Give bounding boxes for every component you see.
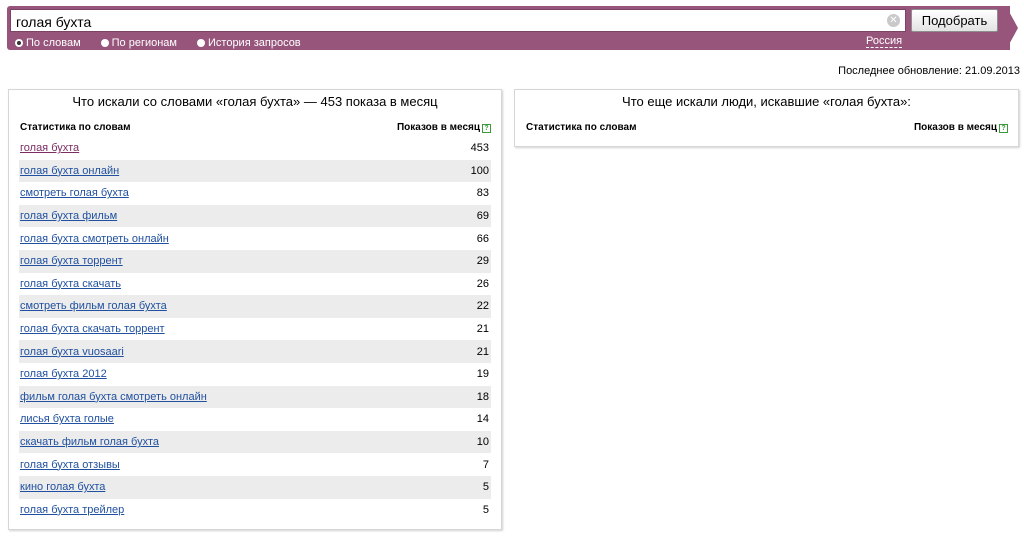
- impressions-count: 29: [476, 255, 489, 268]
- table-row: кино голая бухта 5: [19, 475, 491, 499]
- mode-by-words[interactable]: По словам: [15, 36, 81, 49]
- impressions-count: 66: [476, 232, 489, 245]
- table-row: смотреть фильм голая бухта 22: [19, 295, 491, 318]
- table-header: Статистика по словам Показов в месяц?: [9, 117, 501, 133]
- table-row: голая бухта скачать торрент 21: [19, 318, 491, 341]
- phrase-link[interactable]: смотреть фильм голая бухта: [20, 300, 167, 312]
- mode-label: По словам: [26, 36, 81, 49]
- table-row: фильм голая бухта смотреть онлайн 18: [19, 385, 491, 409]
- region-selector[interactable]: Россия: [866, 35, 903, 48]
- impressions-count: 21: [476, 323, 489, 336]
- column-header-phrase: Статистика по словам: [20, 122, 131, 133]
- phrase-link[interactable]: голая бухта торрент: [20, 255, 123, 267]
- table-row: голая бухта vuosaari 21: [19, 340, 491, 363]
- table-row: лисья бухта голые 14: [19, 408, 491, 431]
- phrase-link[interactable]: голая бухта смотреть онлайн: [20, 233, 169, 245]
- impressions-count: 22: [476, 300, 489, 313]
- phrase-link[interactable]: голая бухта скачать: [20, 278, 121, 290]
- impressions-count: 26: [476, 277, 489, 290]
- submit-button[interactable]: Подобрать: [911, 9, 998, 32]
- mode-label: История запросов: [208, 36, 301, 49]
- phrase-link[interactable]: скачать фильм голая бухта: [20, 436, 159, 448]
- impressions-count: 100: [470, 164, 489, 177]
- table-row: голая бухта трейлер 5: [19, 499, 491, 522]
- search-input[interactable]: [10, 9, 906, 32]
- panel-title: Что искали со словами «голая бухта» — 45…: [72, 94, 438, 109]
- phrase-link[interactable]: голая бухта: [20, 142, 79, 154]
- impressions-count: 453: [470, 142, 489, 155]
- table-row: голая бухта 2012 19: [19, 363, 491, 386]
- table-row: голая бухта отзывы 7: [19, 453, 491, 476]
- phrase-link[interactable]: голая бухта 2012: [20, 368, 107, 380]
- impressions-count: 10: [476, 436, 489, 449]
- radio-icon[interactable]: [100, 38, 109, 47]
- also-searched-panel: Что еще искали люди, искавшие «голая бух…: [514, 89, 1019, 147]
- impressions-count: 83: [476, 187, 489, 200]
- table-row: голая бухта онлайн 100: [19, 159, 491, 183]
- search-bar: ✕ Подобрать По словам По регионам Истори…: [7, 6, 1010, 50]
- impressions-count: 18: [476, 390, 489, 403]
- impressions-count: 19: [476, 368, 489, 381]
- panel-title: Что еще искали люди, искавшие «голая бух…: [622, 94, 911, 109]
- phrase-link[interactable]: голая бухта скачать торрент: [20, 323, 165, 335]
- impressions-count: 7: [482, 458, 489, 471]
- help-icon[interactable]: ?: [999, 124, 1008, 133]
- results-table: голая бухта 453 голая бухта онлайн 100 смотр…: [19, 137, 491, 521]
- impressions-count: 5: [482, 503, 489, 516]
- last-update: Последнее обновление: 21.09.2013: [838, 65, 1020, 77]
- impressions-count: 14: [476, 413, 489, 426]
- phrase-link[interactable]: лисья бухта голые: [20, 413, 114, 425]
- mode-by-regions[interactable]: По регионам: [100, 36, 177, 49]
- column-header-phrase: Статистика по словам: [526, 122, 637, 133]
- radio-icon[interactable]: [197, 38, 205, 47]
- table-row: голая бухта смотреть онлайн 66: [19, 227, 491, 250]
- phrase-link[interactable]: голая бухта отзывы: [20, 459, 120, 471]
- phrase-link[interactable]: смотреть голая бухта: [20, 187, 129, 199]
- column-header-count: Показов в месяц?: [914, 122, 1008, 133]
- phrase-link[interactable]: голая бухта трейлер: [20, 504, 124, 516]
- search-bar-arrow: [1006, 6, 1018, 50]
- search-mode-group: По словам По регионам История запросов: [15, 36, 321, 49]
- impressions-count: 5: [482, 481, 489, 494]
- table-row: голая бухта скачать 26: [19, 273, 491, 296]
- impressions-count: 69: [476, 210, 489, 223]
- table-row: голая бухта торрент 29: [19, 249, 491, 273]
- table-header: Статистика по словам Показов в месяц?: [515, 117, 1018, 133]
- table-row: голая бухта 453: [19, 137, 491, 160]
- help-icon[interactable]: ?: [482, 124, 491, 133]
- mode-label: По регионам: [111, 36, 177, 49]
- phrase-link[interactable]: голая бухта онлайн: [20, 165, 119, 177]
- table-row: смотреть голая бухта 83: [19, 182, 491, 205]
- related-words-panel: Что искали со словами «голая бухта» — 45…: [8, 89, 502, 530]
- impressions-count: 21: [476, 345, 489, 358]
- phrase-link[interactable]: голая бухта vuosaari: [20, 346, 124, 358]
- column-header-count: Показов в месяц?: [397, 122, 491, 133]
- clear-icon[interactable]: ✕: [887, 14, 900, 27]
- mode-history[interactable]: История запросов: [197, 36, 301, 49]
- phrase-link[interactable]: фильм голая бухта смотреть онлайн: [20, 391, 207, 403]
- table-row: голая бухта фильм 69: [19, 204, 491, 228]
- phrase-link[interactable]: кино голая бухта: [20, 481, 105, 493]
- radio-selected-icon[interactable]: [15, 38, 23, 47]
- phrase-link[interactable]: голая бухта фильм: [20, 210, 117, 222]
- table-row: скачать фильм голая бухта 10: [19, 430, 491, 454]
